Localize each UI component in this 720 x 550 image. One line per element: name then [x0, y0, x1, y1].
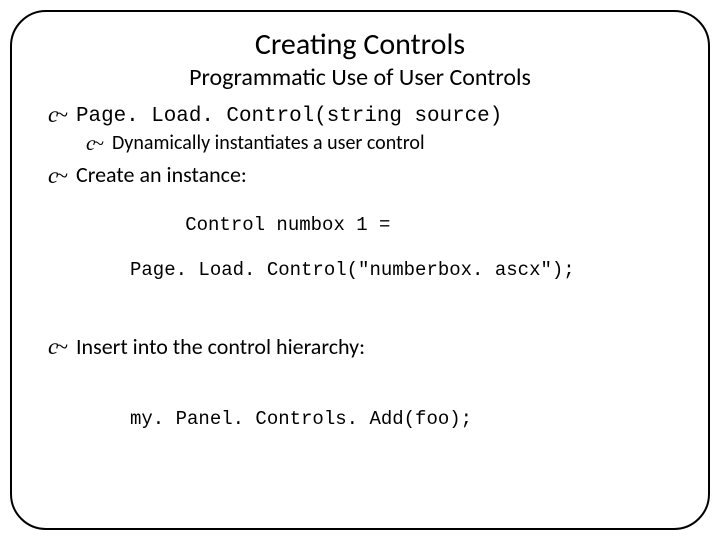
bullet-item-insert-hierarchy: c~ Insert into the control hierarchy: my… [48, 334, 680, 476]
bullet-icon: c~ [86, 133, 101, 154]
bullet-icon: c~ [48, 164, 65, 187]
slide-frame: Creating Controls Programmatic Use of Us… [10, 10, 710, 530]
bullet-text: Insert into the control hierarchy: [76, 333, 365, 360]
code-line: my. Panel. Controls. Add(foo); [94, 408, 680, 431]
bullet-text: Create an instance: [76, 161, 247, 188]
bullet-icon: c~ [48, 335, 65, 358]
code-line: Control numbox 1 = [185, 214, 390, 236]
sub-bullet-text: Dynamically instantiates a user control [112, 131, 425, 155]
bullet-icon: c~ [48, 103, 65, 126]
code-block-create: Control numbox 1 = Page. Load. Control("… [94, 191, 680, 328]
slide-title: Creating Controls [40, 28, 680, 61]
bullet-text: Page. Load. Control(string source) [76, 105, 502, 128]
bullet-list: c~ Page. Load. Control(string source) c~… [40, 101, 680, 476]
code-line: Page. Load. Control("numberbox. ascx"); [94, 259, 680, 282]
sub-bullet-item-dynamic: c~ Dynamically instantiates a user contr… [86, 131, 680, 156]
sub-bullet-list: c~ Dynamically instantiates a user contr… [76, 131, 680, 156]
bullet-item-create-instance: c~ Create an instance: Control numbox 1 … [48, 162, 680, 327]
code-block-insert: my. Panel. Controls. Add(foo); [94, 362, 680, 476]
slide-subtitle: Programmatic Use of User Controls [40, 65, 680, 91]
bullet-item-loadcontrol: c~ Page. Load. Control(string source) c~… [48, 101, 680, 156]
